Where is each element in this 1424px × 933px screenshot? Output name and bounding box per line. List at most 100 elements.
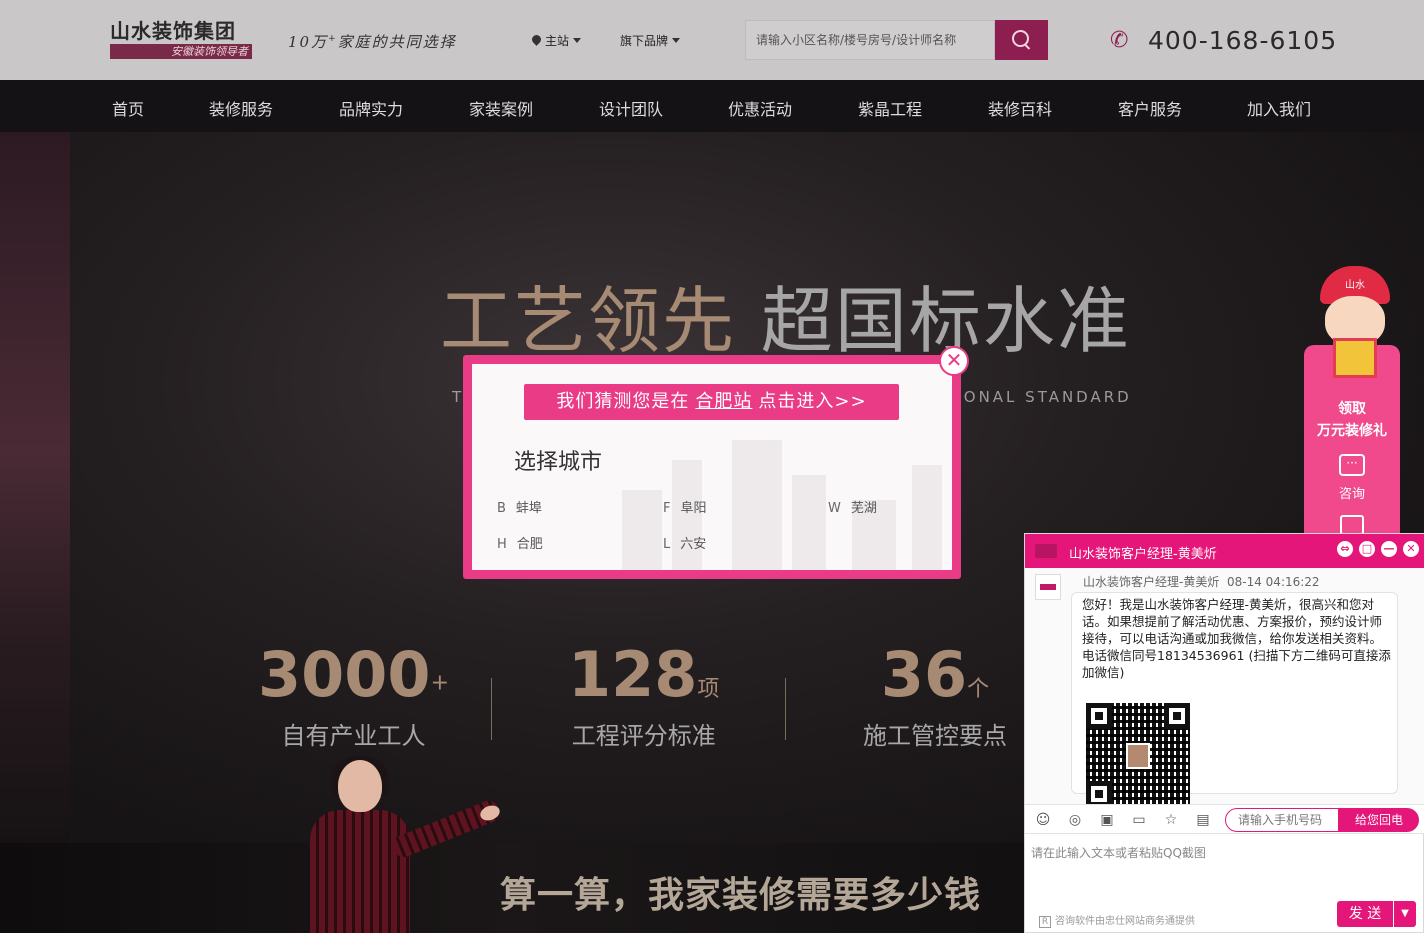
nav-item-projects[interactable]: 紫晶工程: [858, 96, 922, 120]
nav-item-services[interactable]: 装修服务: [209, 96, 273, 120]
phone-icon: ✆: [1110, 28, 1129, 53]
agent-avatar: [1035, 574, 1061, 600]
nav-item-home[interactable]: 首页: [112, 96, 144, 120]
consult-button[interactable]: 咨询: [1304, 483, 1400, 502]
location-selector[interactable]: 主站: [532, 32, 582, 49]
phone-number-input[interactable]: [1225, 808, 1339, 832]
city-letter: L: [663, 537, 671, 552]
site-logo[interactable]: 山水装饰集团 安徽装饰领导者: [110, 20, 252, 60]
city-letter: F: [663, 501, 671, 516]
powered-text: 咨询软件由忠仕网站商务通提供: [1055, 916, 1195, 927]
stat-label: 自有产业工人: [281, 722, 426, 750]
stat-standards: 128项 工程评分标准: [568, 640, 719, 751]
chat-messages[interactable]: 山水装饰客户经理-黄美炘 08-14 04:16:22 您好！我是山水装饰客户经…: [1025, 568, 1424, 807]
search-button[interactable]: [995, 20, 1048, 60]
chat-message-input[interactable]: [1025, 838, 1423, 898]
nav-item-encyclopedia[interactable]: 装修百科: [988, 96, 1052, 120]
message-time: 08-14 04:16:22: [1226, 575, 1320, 589]
star-icon[interactable]: ☆: [1163, 812, 1179, 828]
wechat-qr-code: [1086, 703, 1190, 807]
skyline-building: [622, 490, 662, 570]
message-meta: 山水装饰客户经理-黄美炘 08-14 04:16:22: [1083, 573, 1320, 590]
chat-close-icon[interactable]: ✕: [1403, 541, 1419, 557]
promo-gift-link[interactable]: 领取 万元装修礼: [1304, 398, 1400, 442]
city-option-wuhu[interactable]: W 芜湖: [828, 497, 877, 516]
city-letter: H: [497, 537, 507, 552]
send-options-dropdown[interactable]: ▼: [1394, 901, 1416, 927]
image-icon[interactable]: ▣: [1099, 812, 1115, 828]
emoji-icon[interactable]: ☺: [1035, 812, 1051, 828]
calculator-icon[interactable]: [1340, 515, 1364, 535]
nav-item-join-us[interactable]: 加入我们: [1247, 96, 1311, 120]
search-icon: [1011, 30, 1032, 50]
live-chat-window: 山水装饰客户经理-黄美炘 ⇔ □ — ✕ 山水装饰客户经理-黄美炘 08-14 …: [1024, 533, 1424, 933]
chevron-down-icon: [672, 38, 681, 43]
hero-title: 工艺领先 超国标水准: [440, 262, 1131, 367]
promo-title-line1: 领取: [1338, 401, 1366, 417]
stat-number: 3000: [258, 638, 431, 711]
chat-maximize-icon[interactable]: □: [1359, 541, 1375, 557]
stat-number: 128: [568, 638, 698, 711]
mascot-image: 山水: [1315, 266, 1395, 386]
qr-finder: [1164, 703, 1190, 729]
search-input[interactable]: [746, 21, 994, 59]
agent-head: [338, 760, 382, 812]
wechat-icon[interactable]: ◎: [1067, 812, 1083, 828]
city-option-luan[interactable]: L 六安: [663, 533, 706, 552]
city-option-bengbu[interactable]: B 蚌埠: [497, 497, 542, 516]
slogan-sup: +: [328, 34, 338, 44]
cost-calculator-text[interactable]: 算一算，我家装修需要多少钱: [500, 866, 981, 918]
send-button[interactable]: 发 送: [1337, 901, 1393, 927]
guess-city-button[interactable]: 我们猜测您是在 合肥站 点击进入>>: [524, 384, 899, 420]
hero-title-gold: 工艺领先: [440, 279, 737, 363]
save-icon[interactable]: ▤: [1195, 812, 1211, 828]
nav-item-promotions[interactable]: 优惠活动: [728, 96, 792, 120]
callback-button[interactable]: 给您回电: [1339, 808, 1419, 832]
logo-main-text: 山水装饰集团: [110, 19, 236, 43]
site-header: 山水装饰集团 安徽装饰领导者 10万+家庭的共同选择 主站 旗下品牌 ✆ 400…: [0, 0, 1424, 80]
hero-subtitle-right: TIONAL STANDARD: [944, 388, 1132, 406]
brands-dropdown[interactable]: 旗下品牌: [620, 32, 681, 49]
folder-icon[interactable]: ▭: [1131, 812, 1147, 828]
city-option-fuyang[interactable]: F 阜阳: [663, 497, 707, 516]
search-box: [745, 20, 995, 60]
skyline-building: [912, 465, 942, 570]
chat-resize-icon[interactable]: ⇔: [1337, 541, 1353, 557]
message-bubble: 您好！我是山水装饰客户经理-黄美炘，很高兴和您对话。如果想提前了解活动优惠、方案…: [1071, 592, 1398, 807]
city-name: 阜阳: [680, 501, 707, 516]
qr-finder: [1086, 703, 1112, 729]
stat-checkpoints: 36个 施工管控要点: [863, 640, 1007, 751]
customer-service-agent-image: [290, 756, 510, 933]
city-name: 六安: [680, 537, 707, 552]
stat-sup: +: [430, 670, 449, 696]
stat-number: 36: [880, 638, 968, 711]
chat-minimize-icon[interactable]: —: [1381, 541, 1397, 557]
main-nav: 首页 装修服务 品牌实力 家装案例 设计团队 优惠活动 紫晶工程 装修百科 客户…: [0, 80, 1424, 132]
hotline-number: 400-168-6105: [1148, 26, 1338, 55]
city-name: 蚌埠: [515, 501, 542, 516]
city-name: 合肥: [516, 537, 543, 552]
stat-label: 工程评分标准: [571, 722, 716, 750]
promo-title-line2: 万元装修礼: [1317, 423, 1387, 439]
chat-header[interactable]: 山水装饰客户经理-黄美炘 ⇔ □ — ✕: [1025, 534, 1424, 568]
chat-title: 山水装饰客户经理-黄美炘: [1069, 547, 1217, 562]
message-text: 您好！我是山水装饰客户经理-黄美炘，很高兴和您对话。如果想提前了解活动优惠、方案…: [1082, 597, 1391, 680]
registered-icon: R: [1039, 916, 1051, 928]
stat-divider: [491, 678, 492, 740]
hero-side-image: [0, 132, 70, 843]
city-letter: B: [497, 501, 506, 516]
nav-item-brand[interactable]: 品牌实力: [339, 96, 403, 120]
nav-item-cases[interactable]: 家装案例: [469, 96, 533, 120]
guess-city-link[interactable]: 合肥站: [695, 391, 752, 412]
chat-logo: [1035, 544, 1057, 558]
city-option-hefei[interactable]: H 合肥: [497, 533, 543, 552]
nav-item-customer-service[interactable]: 客户服务: [1118, 96, 1182, 120]
guess-suffix: 点击进入>>: [758, 391, 867, 412]
choose-city-title: 选择城市: [514, 450, 603, 475]
city-modal-body: 我们猜测您是在 合肥站 点击进入>> 选择城市 B 蚌埠 F 阜阳 W 芜湖 H 合肥 L六…: [472, 364, 952, 570]
chevron-down-icon: [573, 38, 582, 43]
nav-item-designers[interactable]: 设计团队: [599, 96, 663, 120]
close-icon[interactable]: ✕: [939, 346, 969, 376]
chat-bubble-icon[interactable]: ···: [1339, 454, 1365, 476]
city-select-modal: 我们猜测您是在 合肥站 点击进入>> 选择城市 B 蚌埠 F 阜阳 W 芜湖 H 合肥 L六…: [463, 355, 961, 579]
